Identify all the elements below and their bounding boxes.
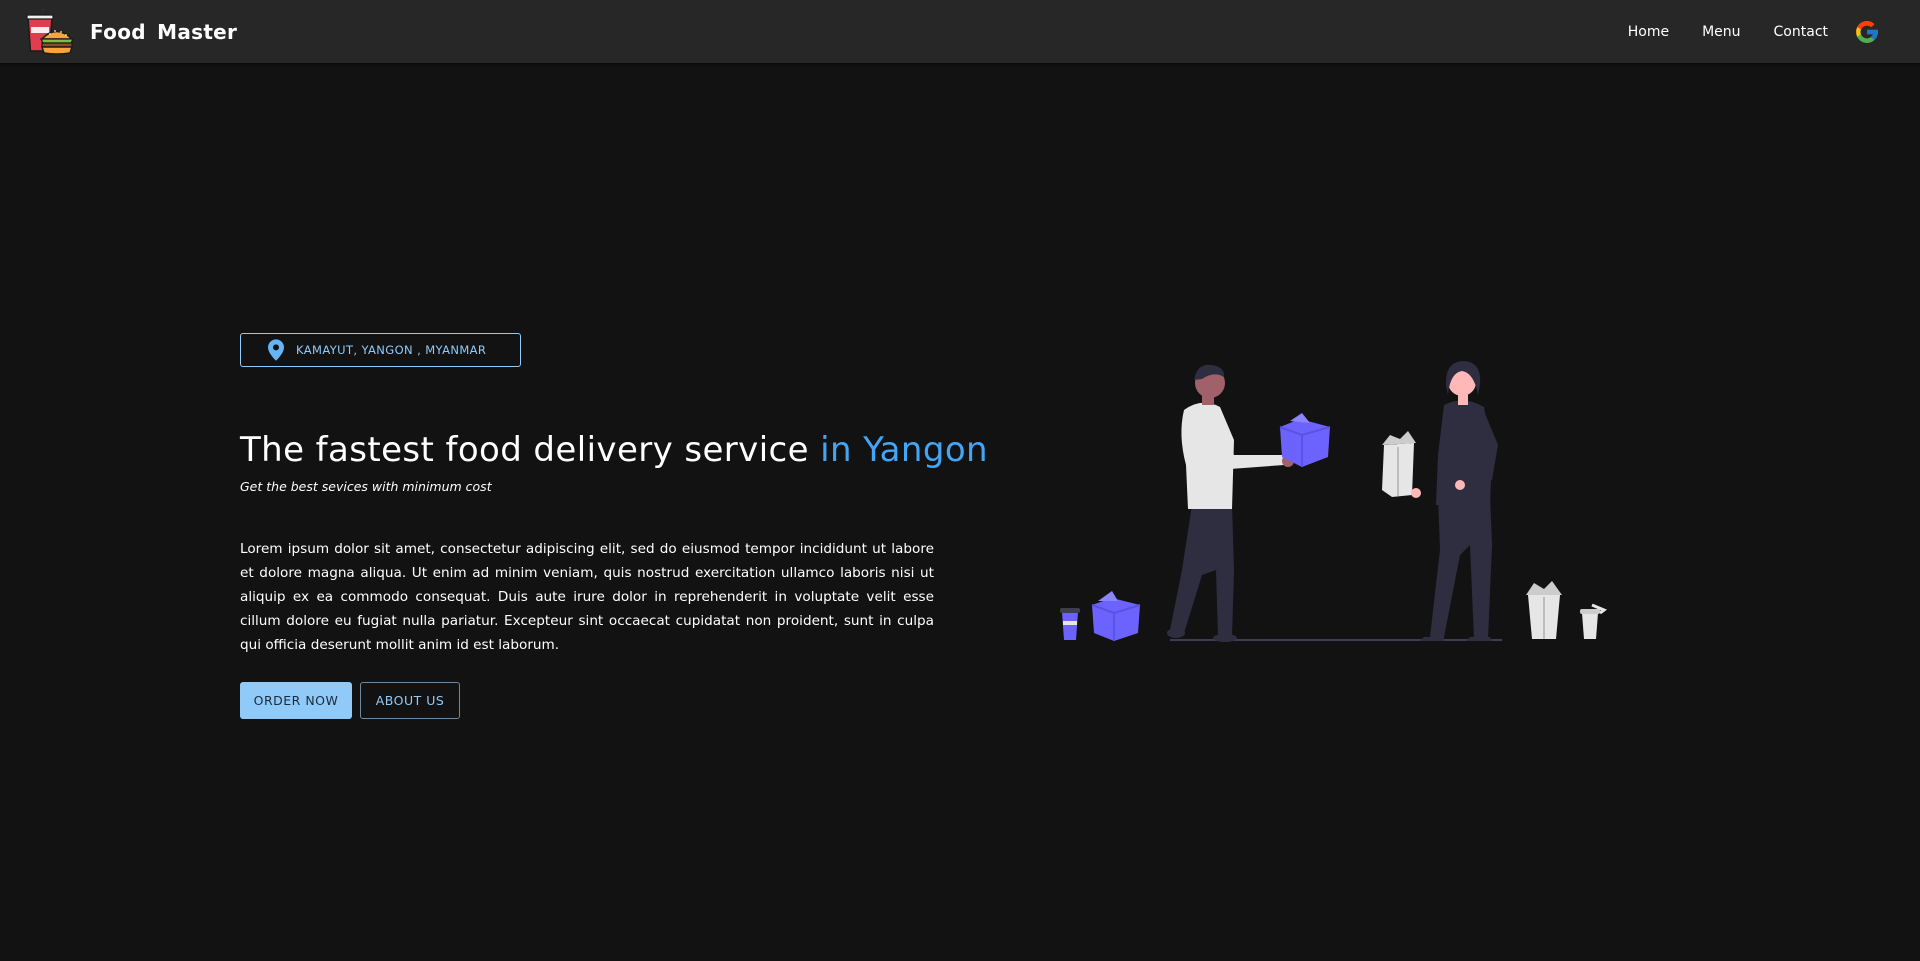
order-now-button[interactable]: ORDER NOW [240,682,352,719]
takeout-box-right-icon [1526,581,1562,639]
delivery-man-figure [1167,364,1294,642]
location-text: KAMAYUT, YANGON , MYANMAR [296,343,487,357]
headline-accent: in Yangon [820,430,988,470]
about-us-button[interactable]: ABOUT US [360,682,460,719]
google-icon[interactable] [1854,19,1880,45]
location-pin-icon [268,339,284,361]
nav-home[interactable]: Home [1628,24,1669,40]
cup-right-icon [1580,603,1607,639]
location-badge: KAMAYUT, YANGON , MYANMAR [240,333,521,367]
takeout-box-left-icon [1091,591,1141,641]
nav-menu[interactable]: Menu [1702,24,1740,40]
takeout-box-held-icon [1279,413,1331,467]
nav-links: Home Menu Contact [1595,0,1880,63]
navbar: Food Master Home Menu Contact [0,0,1920,63]
food-delivery-illustration [1060,361,1607,642]
hero-subtitle: Get the best sevices with minimum cost [240,479,492,494]
customer-woman-figure [1420,361,1498,641]
brand[interactable]: Food Master [24,7,237,57]
hero-headline: The fastest food delivery service in Yan… [240,430,988,470]
hero-description: Lorem ipsum dolor sit amet, consectetur … [240,541,934,653]
nav-contact[interactable]: Contact [1774,24,1828,40]
takeout-box-white-held-icon [1382,431,1421,498]
brand-name: Food Master [90,20,238,44]
headline-main: The fastest food delivery service [240,430,821,470]
fast-food-logo-icon [26,7,74,55]
cup-left-icon [1060,608,1080,640]
